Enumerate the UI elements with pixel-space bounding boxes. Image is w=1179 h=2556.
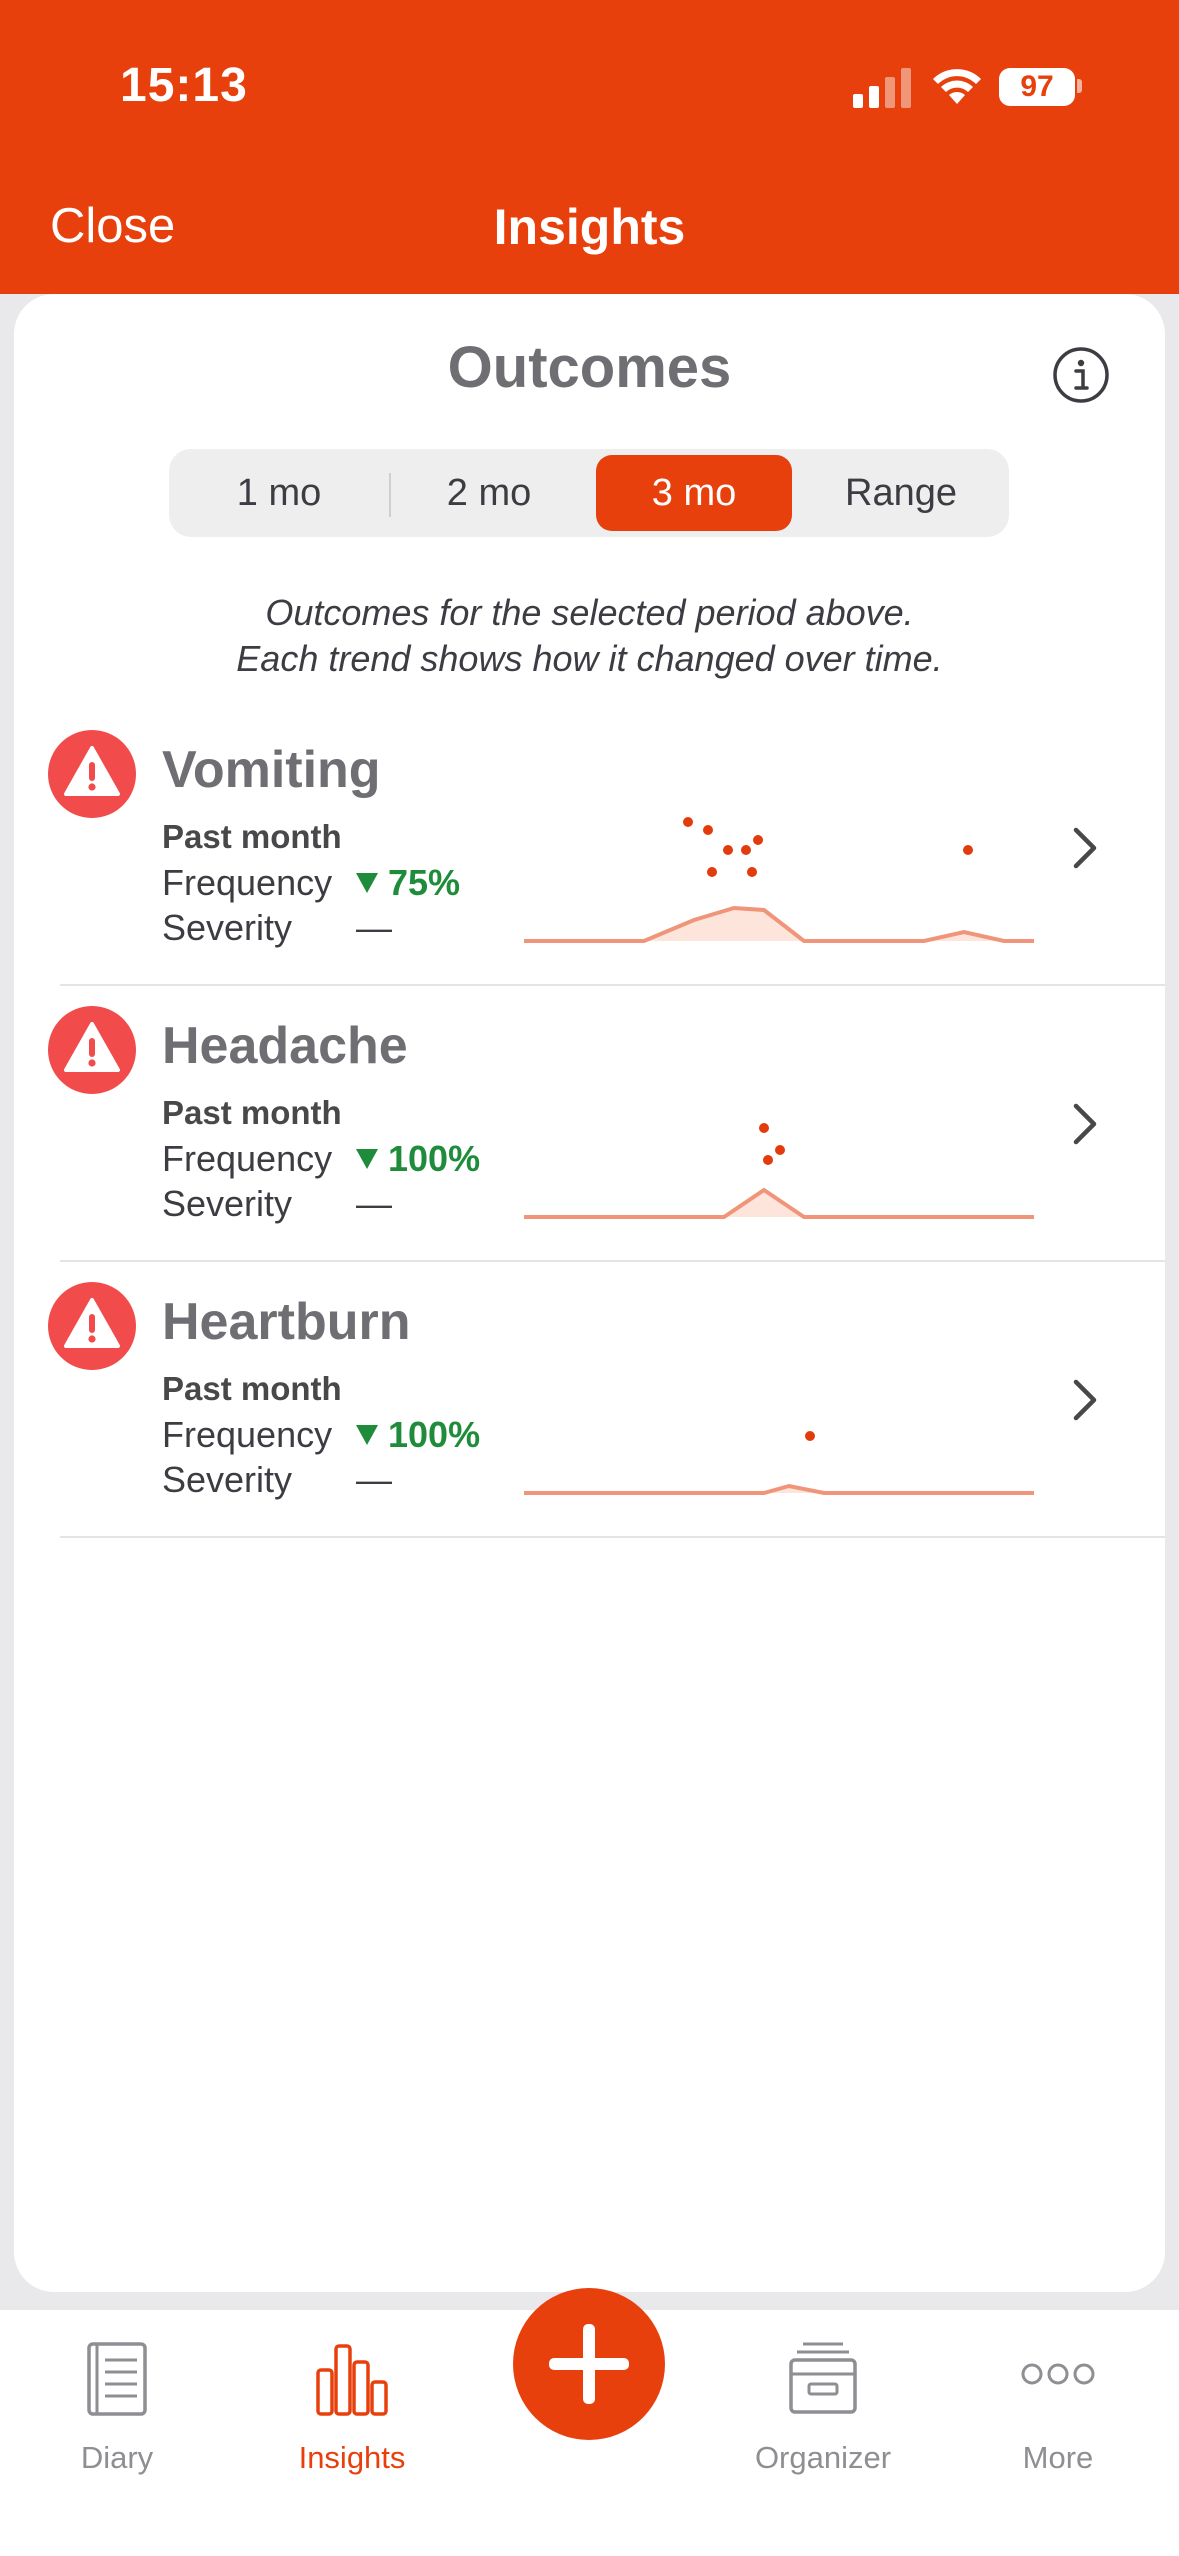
outcome-period: Past month xyxy=(162,1094,342,1131)
tab-label: More xyxy=(1022,2440,1094,2475)
status-time: 15:13 xyxy=(120,59,248,112)
warning-triangle-icon xyxy=(48,1006,136,1094)
nav-title: Insights xyxy=(493,199,686,255)
subtitle-line-1: Outcomes for the selected period above. xyxy=(265,592,914,633)
add-entry-button[interactable] xyxy=(513,2288,665,2440)
frequency-change-value: 75% xyxy=(388,862,461,903)
period-range[interactable]: Range xyxy=(803,455,999,531)
frequency-label: Frequency xyxy=(162,862,333,903)
status-icons: 97 xyxy=(853,64,1083,108)
sparkline-point xyxy=(747,867,757,877)
battery-indicator: 97 xyxy=(999,68,1075,106)
sparkline-point xyxy=(805,1431,815,1441)
frequency-label: Frequency xyxy=(162,1414,333,1455)
outcome-name: Vomiting xyxy=(162,741,381,799)
outcome-period: Past month xyxy=(162,818,342,855)
chevron-right-icon xyxy=(1073,1379,1097,1421)
outcome-name: Headache xyxy=(162,1017,408,1075)
sparkline-point xyxy=(707,867,717,877)
more-dots-icon xyxy=(1021,2363,1095,2385)
warning-triangle-icon xyxy=(48,730,136,818)
trend-sparkline xyxy=(524,1431,1034,1495)
frequency-label: Frequency xyxy=(162,1138,333,1179)
frequency-change: 100% xyxy=(356,1414,480,1456)
period-3-months[interactable]: 3 mo xyxy=(596,455,792,531)
sparkline-point xyxy=(741,845,751,855)
severity-value: — xyxy=(356,1459,392,1500)
sparkline-point xyxy=(775,1145,785,1155)
row-separator xyxy=(60,1536,1165,1538)
tab-label: Organizer xyxy=(754,2440,892,2475)
chevron-right-icon xyxy=(1073,827,1097,869)
down-triangle-icon xyxy=(356,873,378,893)
outcome-row-heartburn[interactable]: Heartburn Past month Frequency 100% Seve… xyxy=(14,1262,1165,1538)
wifi-icon xyxy=(933,69,981,104)
down-triangle-icon xyxy=(356,1425,378,1445)
outcome-period: Past month xyxy=(162,1370,342,1407)
info-circle-icon[interactable] xyxy=(1052,346,1110,404)
sparkline-point xyxy=(963,845,973,855)
down-triangle-icon xyxy=(356,1149,378,1169)
outcome-name: Heartburn xyxy=(162,1293,411,1351)
trend-sparkline xyxy=(524,1123,1034,1219)
card-title: Outcomes xyxy=(447,335,732,400)
frequency-change: 75% xyxy=(356,862,460,904)
sparkline-area xyxy=(524,1190,1034,1217)
battery-cap xyxy=(1077,79,1082,93)
tab-label: Diary xyxy=(80,2440,154,2475)
chevron-right-icon xyxy=(1073,1103,1097,1145)
period-selector: 1 mo 2 mo 3 mo Range xyxy=(169,449,1009,537)
bar-chart-icon xyxy=(316,2344,388,2416)
frequency-change: 100% xyxy=(356,1138,480,1180)
warning-triangle-icon xyxy=(48,1282,136,1370)
severity-value: — xyxy=(356,1183,392,1224)
tab-more[interactable]: More xyxy=(963,2326,1153,2476)
severity-label: Severity xyxy=(162,907,293,948)
outcomes-card: Outcomes 1 mo 2 mo 3 mo Range Outcomes f… xyxy=(14,294,1165,2292)
outcome-row-vomiting[interactable]: Vomiting Past month Frequency 75% Severi… xyxy=(14,710,1165,986)
tab-diary[interactable]: Diary xyxy=(22,2326,212,2476)
cellular-signal-icon xyxy=(853,68,911,108)
tab-label: Insights xyxy=(298,2440,406,2475)
sparkline-area xyxy=(524,908,1034,941)
sparkline-point xyxy=(763,1155,773,1165)
period-2-months[interactable]: 2 mo xyxy=(391,455,587,531)
sparkline-point xyxy=(683,817,693,827)
frequency-change-value: 100% xyxy=(388,1138,481,1179)
severity-label: Severity xyxy=(162,1183,293,1224)
sparkline-point xyxy=(753,835,763,845)
plus-icon xyxy=(549,2324,629,2404)
navigation-bar: 15:13 97 Close Insights xyxy=(0,0,1179,294)
sparkline-point xyxy=(759,1123,769,1133)
diary-icon xyxy=(87,2342,147,2416)
sparkline-point xyxy=(723,845,733,855)
period-1-month[interactable]: 1 mo xyxy=(181,455,377,531)
trend-sparkline xyxy=(524,817,1034,943)
card-subtitle: Outcomes for the selected period above. … xyxy=(14,590,1165,682)
severity-label: Severity xyxy=(162,1459,293,1500)
severity-value: — xyxy=(356,907,392,948)
tab-insights[interactable]: Insights xyxy=(257,2326,447,2476)
subtitle-line-2: Each trend shows how it changed over tim… xyxy=(236,638,943,679)
archive-box-icon xyxy=(789,2342,857,2414)
outcome-row-headache[interactable]: Headache Past month Frequency 100% Sever… xyxy=(14,986,1165,1262)
sparkline-point xyxy=(703,825,713,835)
tab-organizer[interactable]: Organizer xyxy=(728,2326,918,2476)
frequency-change-value: 100% xyxy=(388,1414,481,1455)
